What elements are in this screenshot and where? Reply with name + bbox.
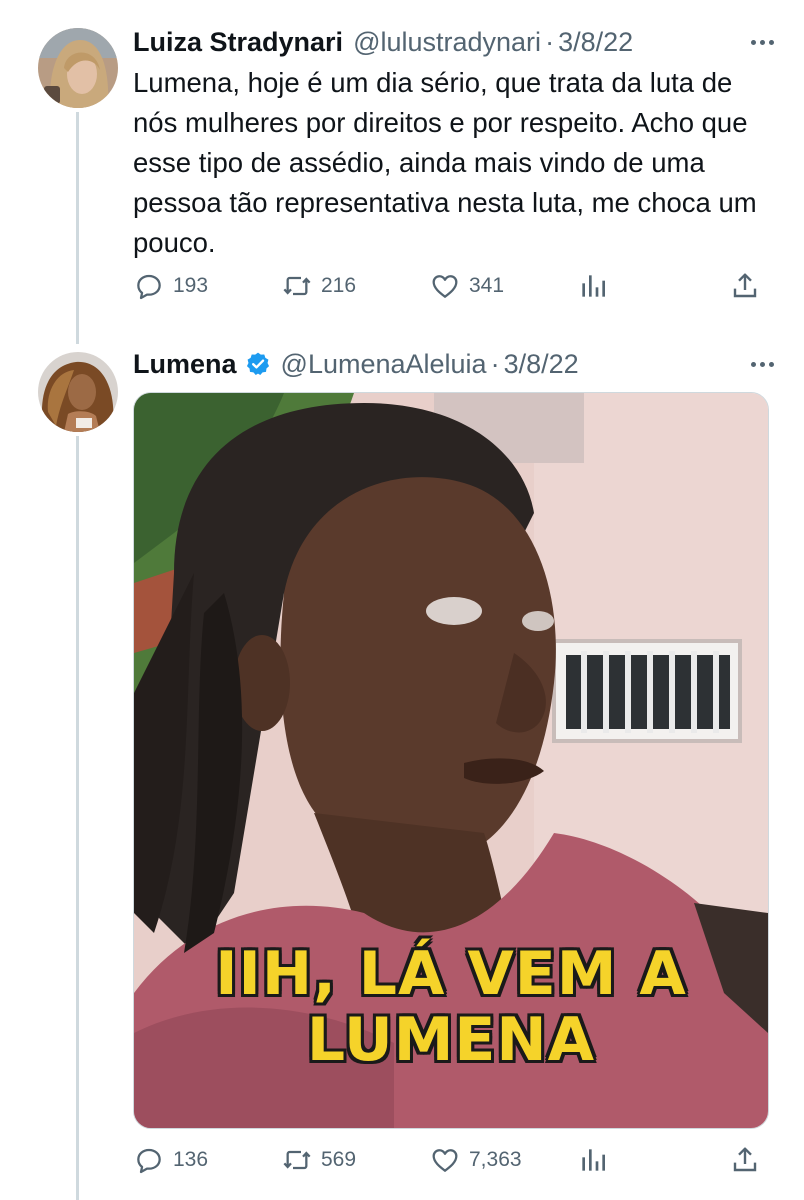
more-options-icon[interactable] [751, 28, 774, 56]
share-button[interactable] [729, 1142, 761, 1178]
tweet-media-image[interactable]: IIH, LÁ VEM A LUMENA [133, 392, 769, 1129]
separator-dot: · [545, 26, 555, 57]
avatar-photo-icon [38, 28, 118, 108]
views-button[interactable] [577, 1142, 609, 1178]
tweet-header: Luiza Stradynari @lulustradynari · 3/8/2… [133, 22, 774, 62]
reply-count: 136 [173, 1148, 209, 1171]
avatar[interactable] [38, 352, 118, 432]
tweet-text: Lumena, hoje é um dia sério, que trata d… [133, 67, 757, 258]
more-options-icon[interactable] [751, 350, 774, 378]
share-icon [733, 1147, 757, 1172]
share-button[interactable] [729, 268, 761, 304]
like-icon [432, 1149, 458, 1172]
like-button[interactable]: 341 [429, 268, 504, 304]
tweet-date[interactable]: 3/8/22 [504, 349, 579, 380]
views-icon [582, 1149, 605, 1171]
retweet-icon [283, 276, 311, 296]
tweet-actions: 136 569 7,363 [133, 1142, 766, 1178]
like-icon [432, 275, 458, 298]
author-name[interactable]: Luiza Stradynari [133, 27, 343, 58]
meme-caption-line-2: LUMENA [306, 1005, 596, 1075]
like-count: 7,363 [469, 1148, 522, 1171]
avatar[interactable] [38, 28, 118, 108]
author-handle[interactable]: @lulustradynari [353, 27, 541, 58]
meme-caption-line-1: IIH, LÁ VEM A [215, 939, 687, 1009]
reply-button[interactable]: 193 [133, 268, 208, 304]
reply-icon [137, 274, 161, 300]
like-button[interactable]: 7,363 [429, 1142, 522, 1178]
verified-badge-icon [245, 351, 271, 377]
retweet-count: 569 [321, 1148, 357, 1171]
retweet-button[interactable]: 569 [281, 1142, 356, 1178]
reply-count: 193 [173, 274, 209, 297]
reply-button[interactable]: 136 [133, 1142, 208, 1178]
avatar-photo-icon [38, 352, 118, 432]
like-count: 341 [469, 274, 505, 297]
retweet-icon [283, 1150, 311, 1170]
separator-dot: · [490, 348, 500, 379]
tweet-luiza[interactable]: Luiza Stradynari @lulustradynari · 3/8/2… [0, 0, 804, 340]
author-name[interactable]: Lumena [133, 349, 237, 380]
tweet-date[interactable]: 3/8/22 [558, 27, 633, 58]
tweet-header: Lumena @LumenaAleluia · 3/8/22 [133, 344, 774, 384]
views-button[interactable] [577, 268, 609, 304]
views-icon [582, 275, 605, 297]
reply-icon [137, 1148, 161, 1174]
retweet-count: 216 [321, 274, 357, 297]
tweet-lumena[interactable]: Lumena @LumenaAleluia · 3/8/22 IIH, LÁ V… [0, 340, 804, 1200]
tweet-actions: 193 216 341 [133, 268, 766, 304]
share-icon [733, 273, 757, 298]
author-handle[interactable]: @LumenaAleluia [281, 349, 487, 380]
meme-caption: IIH, LÁ VEM A LUMENA [134, 941, 768, 1073]
retweet-button[interactable]: 216 [281, 268, 356, 304]
